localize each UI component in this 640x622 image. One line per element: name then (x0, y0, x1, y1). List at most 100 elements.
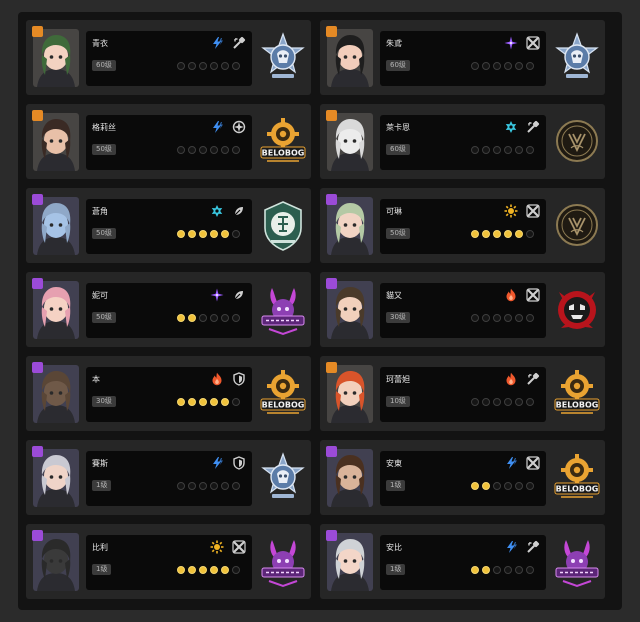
defense-icon (232, 372, 246, 386)
agent-info: 格莉丝 50级 (86, 115, 252, 170)
agent-info: 朱鳶 60级 (380, 31, 546, 86)
mindscape-pips (471, 230, 534, 238)
mindscape-pip (504, 314, 512, 322)
rank-badge: A (326, 530, 337, 541)
mindscape-pip (232, 482, 240, 490)
mindscape-pip (482, 314, 490, 322)
mindscape-pip (232, 314, 240, 322)
mindscape-pip (177, 314, 185, 322)
mindscape-pips (471, 566, 534, 574)
agent-card[interactable]: S 萊卡恩 60级 (320, 104, 605, 179)
ice-icon (504, 120, 518, 134)
belobog-emblem: BELOBOG (257, 114, 309, 170)
mindscape-pip (515, 314, 523, 322)
agent-card[interactable]: S 朱鳶 60级 (320, 20, 605, 95)
rank-badge: A (32, 446, 43, 457)
mindscape-pip (210, 314, 218, 322)
mindscape-pip (515, 398, 523, 406)
agent-portrait[interactable] (33, 113, 79, 171)
mindscape-pip (482, 398, 490, 406)
agent-portrait[interactable] (33, 281, 79, 339)
mindscape-pip (210, 566, 218, 574)
rank-badge: S (326, 110, 337, 121)
attack-icon (526, 456, 540, 470)
agent-info: 貓又 30级 (380, 283, 546, 338)
agent-portrait[interactable] (327, 113, 373, 171)
mindscape-pip (221, 62, 229, 70)
attack-icon (232, 540, 246, 554)
agent-level: 50级 (92, 144, 116, 155)
agent-portrait[interactable] (33, 197, 79, 255)
mindscape-pip (177, 398, 185, 406)
hsos6-emblem (257, 450, 309, 506)
mindscape-pip (221, 230, 229, 238)
agent-name: 萊卡恩 (386, 123, 410, 132)
electric-icon (504, 540, 518, 554)
agent-card[interactable]: A 貓又 30级 (320, 272, 605, 347)
agent-portrait[interactable] (327, 365, 373, 423)
mindscape-pip (221, 146, 229, 154)
physical-icon (210, 540, 224, 554)
mindscape-pip (504, 146, 512, 154)
agent-portrait[interactable] (33, 449, 79, 507)
mindscape-pips (177, 566, 240, 574)
mindscape-pip (232, 230, 240, 238)
mindscape-pip (493, 146, 501, 154)
svg-text:BELOBOG: BELOBOG (556, 401, 599, 410)
agent-portrait[interactable] (33, 533, 79, 591)
agent-portrait[interactable] (327, 533, 373, 591)
physical-icon (504, 204, 518, 218)
mindscape-pip (232, 62, 240, 70)
mindscape-pip (493, 398, 501, 406)
mindscape-pip (188, 314, 196, 322)
agent-name: 安東 (386, 459, 402, 468)
agent-info: 珂蕾妲 10级 (380, 367, 546, 422)
mindscape-pip (515, 230, 523, 238)
agent-portrait[interactable] (327, 29, 373, 87)
agent-level: 60级 (386, 144, 410, 155)
agent-grid: S 青衣 60级 S (26, 20, 612, 599)
agent-card[interactable]: A 賽斯 1级 (26, 440, 311, 515)
agent-name: 蒼角 (92, 207, 108, 216)
agent-level: 1级 (92, 564, 112, 575)
rank-badge: A (326, 278, 337, 289)
agent-name: 青衣 (92, 39, 108, 48)
agent-portrait[interactable] (33, 365, 79, 423)
belobog-emblem: BELOBOG (257, 366, 309, 422)
agent-card[interactable]: S 青衣 60级 (26, 20, 311, 95)
agent-name: 貓又 (386, 291, 402, 300)
agent-portrait[interactable] (327, 449, 373, 507)
mindscape-pip (471, 566, 479, 574)
agent-card[interactable]: A 本 30级 BELOBOG (26, 356, 311, 431)
agent-card[interactable]: A 可琳 50级 (320, 188, 605, 263)
agent-info: 比利 1级 (86, 535, 252, 590)
mindscape-pip (482, 230, 490, 238)
agent-portrait[interactable] (327, 281, 373, 339)
mindscape-pip (232, 398, 240, 406)
mindscape-pips (177, 314, 240, 322)
agent-card[interactable]: S 珂蕾妲 10级 BELOBOG (320, 356, 605, 431)
rank-badge: A (32, 530, 43, 541)
agent-portrait[interactable] (33, 29, 79, 87)
stun-icon (526, 120, 540, 134)
mindscape-pip (177, 230, 185, 238)
agent-card[interactable]: S 格莉丝 50级 BELOBOG (26, 104, 311, 179)
stun-icon (526, 372, 540, 386)
agent-card[interactable]: A 安東 1级 BELOBOG (320, 440, 605, 515)
stun-icon (526, 540, 540, 554)
agent-info: 安東 1级 (380, 451, 546, 506)
mindscape-pip (199, 62, 207, 70)
agent-card[interactable]: A 妮可 50级 (26, 272, 311, 347)
agent-card[interactable]: A 蒼角 50级 (26, 188, 311, 263)
agent-card[interactable]: A 安比 1级 (320, 524, 605, 599)
mindscape-pip (177, 566, 185, 574)
mindscape-pip (221, 482, 229, 490)
agent-info: 妮可 50级 (86, 283, 252, 338)
mindscape-pip (504, 230, 512, 238)
mindscape-pip (188, 62, 196, 70)
agent-card[interactable]: A 比利 1级 (26, 524, 311, 599)
mindscape-pip (482, 146, 490, 154)
agent-portrait[interactable] (327, 197, 373, 255)
agent-level: 1级 (92, 480, 112, 491)
mindscape-pip (188, 398, 196, 406)
